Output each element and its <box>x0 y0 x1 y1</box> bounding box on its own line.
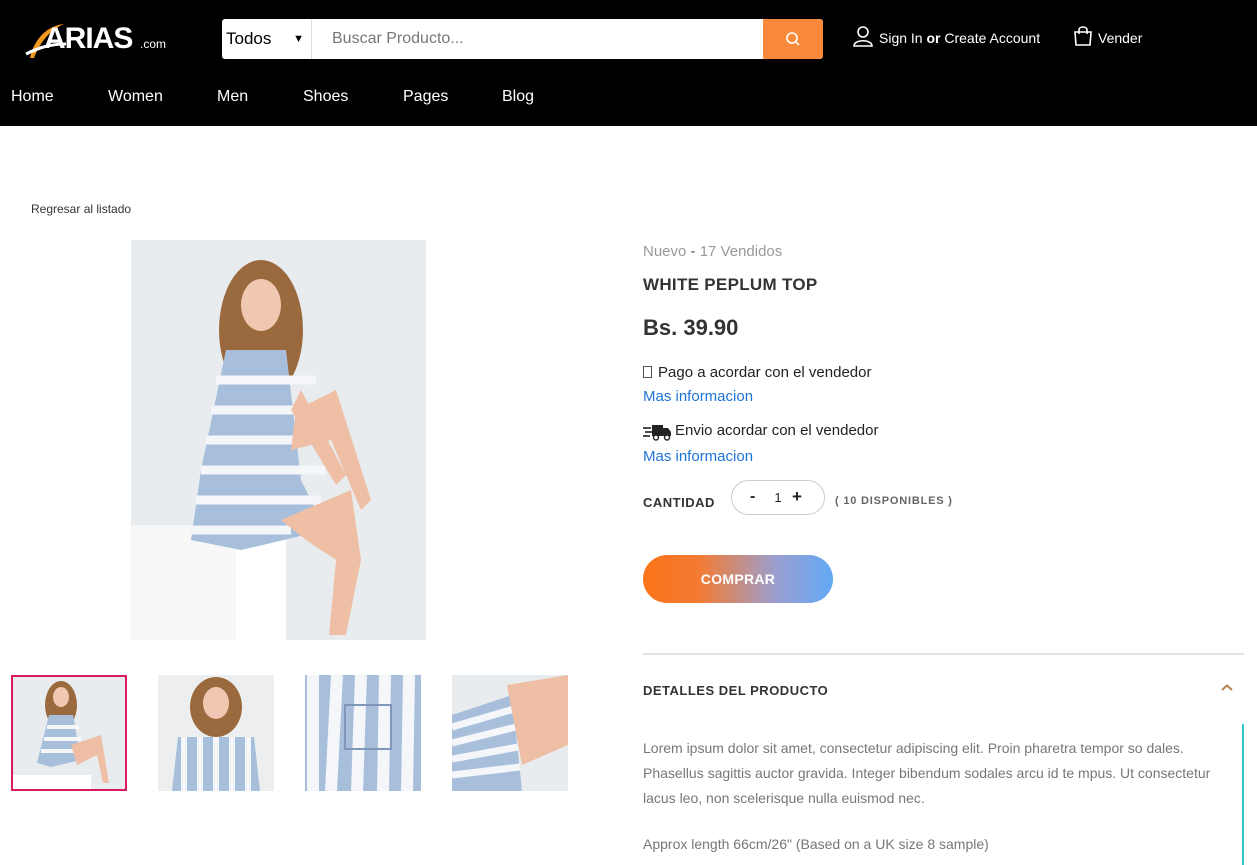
back-to-listing-link[interactable]: Regresar al listado <box>31 202 131 216</box>
product-description: Lorem ipsum dolor sit amet, consectetur … <box>643 740 1211 806</box>
thumbnail-image <box>305 675 421 791</box>
product-thumbnail[interactable] <box>305 675 421 791</box>
product-title: WHITE PEPLUM TOP <box>643 275 818 294</box>
shopping-bag-icon <box>1074 26 1092 46</box>
logo-text: ARIAS <box>44 22 133 55</box>
status-separator: - <box>690 243 696 260</box>
product-thumbnail[interactable] <box>452 675 568 791</box>
payment-text: Pago a acordar con el vendedor <box>658 364 872 381</box>
user-icon <box>853 26 873 47</box>
product-main-image[interactable] <box>131 240 426 640</box>
site-header: ARIAS .com Todos ▼ Buscar Producto... Si… <box>0 0 1257 126</box>
nav-item-men[interactable]: Men <box>217 88 248 106</box>
chevron-up-icon[interactable] <box>1219 682 1235 694</box>
sign-in-link[interactable]: Sign In <box>879 30 923 46</box>
create-account-link[interactable]: Create Account <box>944 30 1040 46</box>
nav-item-shoes[interactable]: Shoes <box>303 88 348 106</box>
product-thumbnail[interactable] <box>11 675 127 791</box>
account-or-text: or <box>926 30 941 46</box>
available-stock: ( 10 DISPONIBLES ) <box>835 495 953 507</box>
thumbnail-image <box>158 675 274 791</box>
product-status: Nuevo - 17 Vendidos <box>643 243 782 260</box>
payment-icon <box>643 366 652 378</box>
product-details-toggle[interactable]: DETALLES DEL PRODUCTO <box>643 683 828 698</box>
quantity-decrease-button[interactable]: - <box>750 488 755 506</box>
search-category-select[interactable]: Todos ▼ <box>222 19 312 59</box>
shipping-more-info-link[interactable]: Mas informacion <box>643 448 753 465</box>
buy-button[interactable]: COMPRAR <box>643 555 833 603</box>
nav-item-blog[interactable]: Blog <box>502 88 534 106</box>
logo-suffix: .com <box>140 37 167 51</box>
shipping-text: Envio acordar con el vendedor <box>675 422 879 439</box>
nav-item-home[interactable]: Home <box>11 88 54 106</box>
product-sold-count: 17 Vendidos <box>699 243 783 260</box>
quantity-increase-button[interactable]: + <box>792 487 802 507</box>
product-thumbnail[interactable] <box>158 675 274 791</box>
sell-label: Vender <box>1098 30 1143 46</box>
caret-down-icon: ▼ <box>293 33 304 45</box>
site-logo[interactable]: ARIAS .com <box>24 18 174 62</box>
details-accent-bar <box>1242 724 1244 865</box>
search-bar: Todos ▼ Buscar Producto... <box>222 19 823 59</box>
quantity-value[interactable]: 1 <box>772 490 784 505</box>
search-category-value: Todos <box>226 29 272 48</box>
payment-info: Pago a acordar con el vendedor <box>643 364 871 381</box>
product-photo-illustration <box>131 240 426 640</box>
payment-more-info-link[interactable]: Mas informacion <box>643 388 753 405</box>
product-approx-length: Approx length 66cm/26" (Based on a UK si… <box>643 836 989 852</box>
thumbnail-image <box>11 675 127 791</box>
search-button[interactable] <box>763 19 823 59</box>
quantity-label: CANTIDAD <box>643 495 715 510</box>
delivery-truck-icon <box>643 425 671 441</box>
search-input[interactable]: Buscar Producto... <box>332 19 762 59</box>
product-price: Bs. 39.90 <box>643 315 739 340</box>
search-icon <box>786 32 800 46</box>
section-divider <box>643 653 1244 655</box>
nav-item-women[interactable]: Women <box>108 88 163 106</box>
product-condition: Nuevo <box>643 243 687 260</box>
nav-item-pages[interactable]: Pages <box>403 88 448 106</box>
quantity-stepper: - 1 + <box>731 480 825 515</box>
thumbnail-image <box>452 675 568 791</box>
